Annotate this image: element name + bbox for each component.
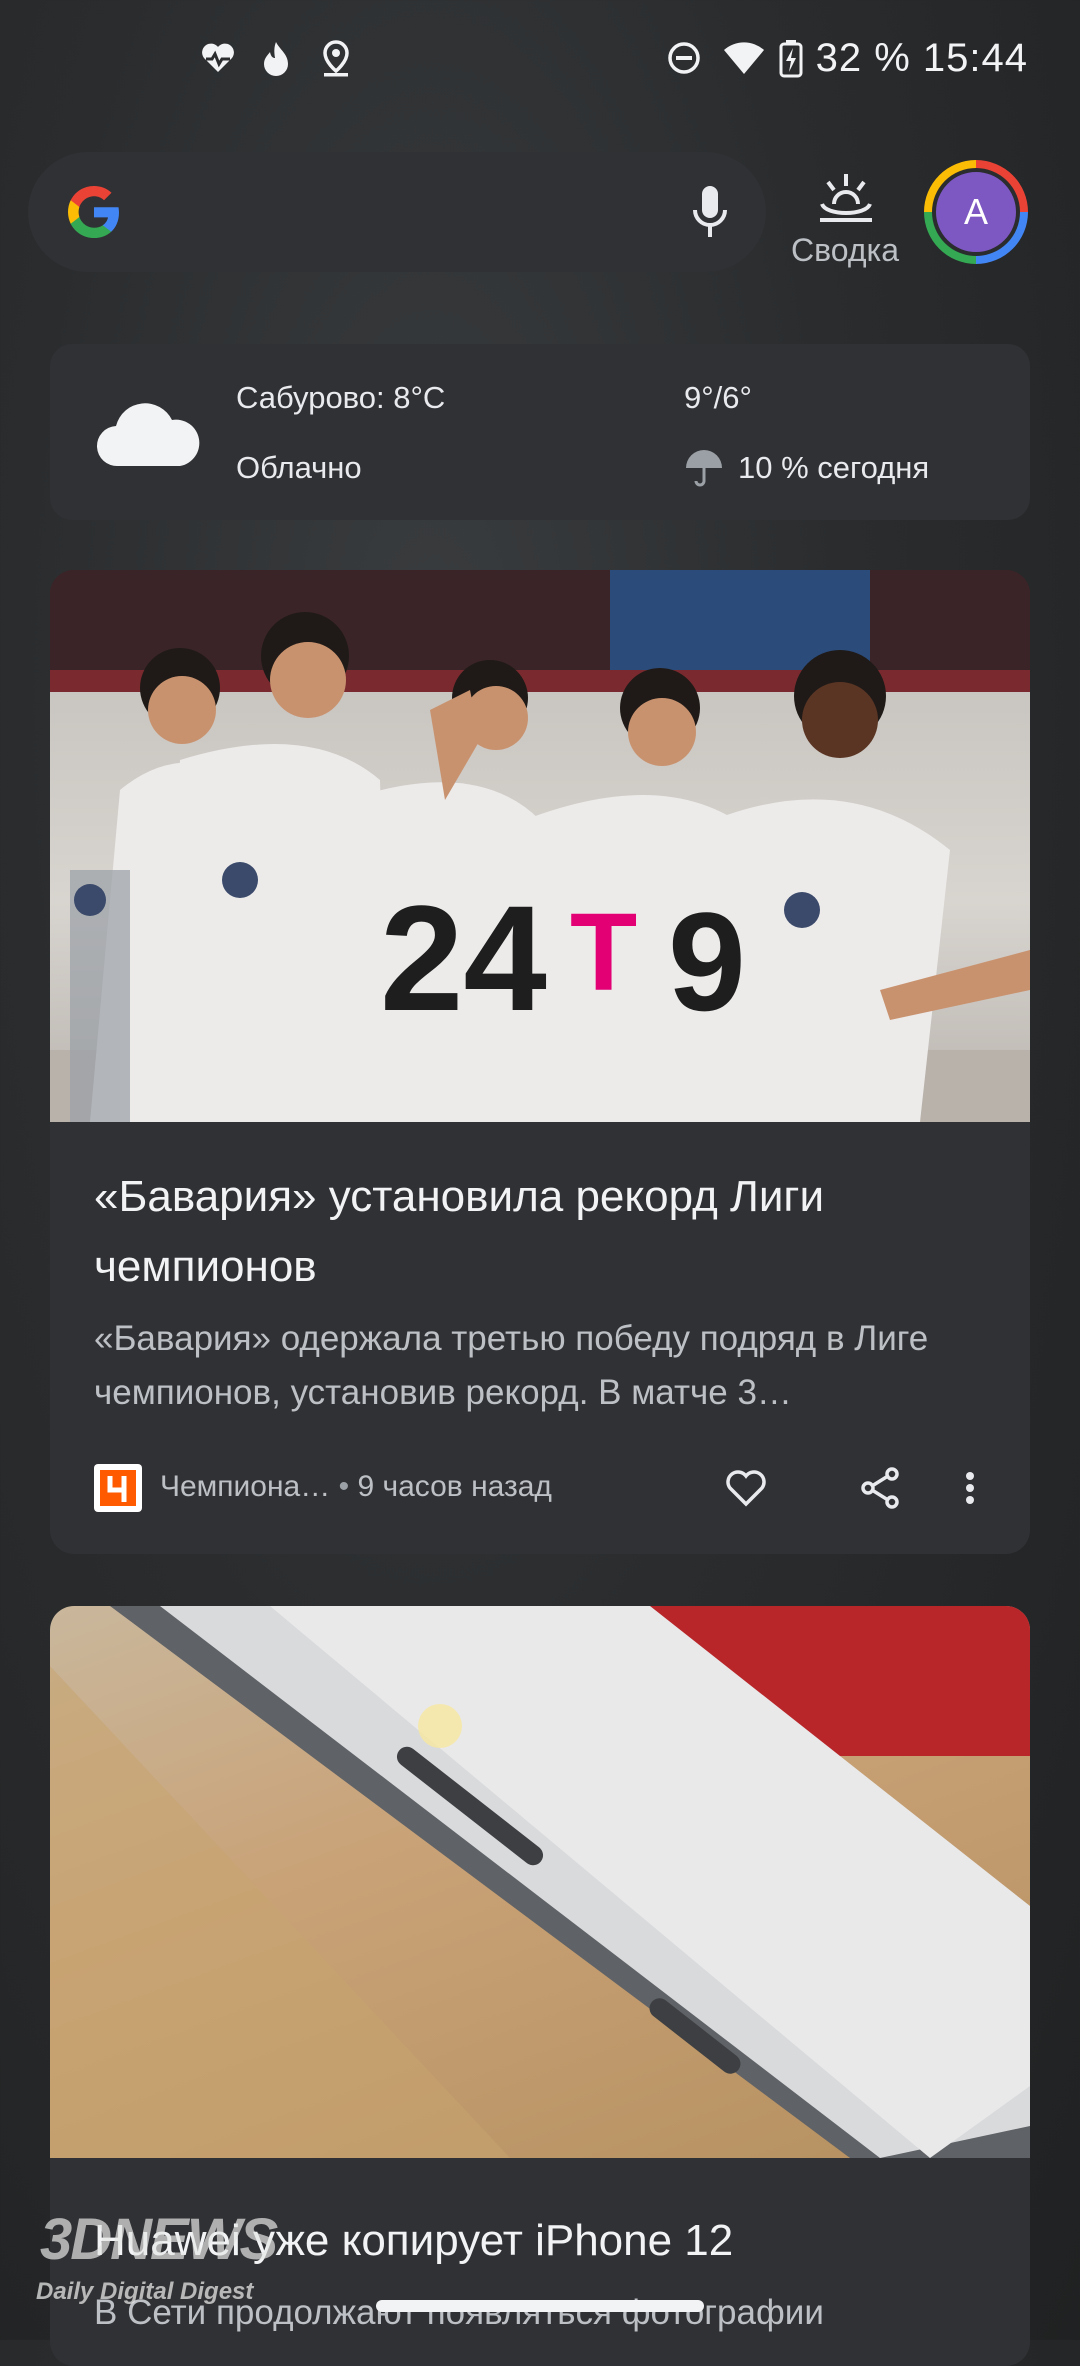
watermark-brand: 3DNEWS — [40, 2207, 278, 2272]
watermark-logo: 3DNEWS Daily Digital Digest — [30, 2196, 330, 2316]
svg-text:T: T — [570, 891, 637, 1014]
fire-icon — [264, 42, 288, 76]
source-logo — [94, 1464, 142, 1512]
news-photo-phone — [50, 1606, 1030, 2158]
sunrise-icon — [820, 174, 872, 222]
source-and-time: Чемпиона… • 9 часов назад — [160, 1470, 552, 1504]
feed-summary-button[interactable]: Сводка — [780, 160, 910, 270]
avatar-initial: A — [932, 168, 1020, 256]
heart-icon[interactable] — [722, 1464, 770, 1512]
dnd-icon — [668, 42, 700, 74]
umbrella-icon — [686, 450, 722, 487]
status-bar: 32 % 15:44 — [0, 0, 1080, 120]
svg-text:9: 9 — [668, 883, 746, 1040]
news-photo-football: 24 T 9 — [50, 570, 1030, 1122]
weather-card[interactable]: Сабурово: 8°C Облачно 9°/6° 10 % сегодня — [50, 344, 1030, 520]
championat-logo-icon — [100, 1470, 136, 1506]
feed-summary-label: Сводка — [790, 232, 899, 268]
svg-text:24: 24 — [380, 874, 547, 1042]
weather-location-temp: Сабурово: 8°C — [236, 380, 446, 415]
wifi-icon — [724, 42, 764, 74]
news-meta: Чемпиона… • 9 часов назад — [94, 1460, 994, 1516]
battery-charging-icon — [779, 40, 803, 78]
battery-time-text: 32 % 15:44 — [815, 36, 1028, 80]
cloud-icon — [96, 403, 200, 467]
news-description: «Бавария» одержала третью победу подряд … — [94, 1319, 929, 1412]
weather-precip: 10 % сегодня — [738, 450, 930, 485]
mic-icon[interactable] — [690, 182, 730, 242]
news-title[interactable]: «Бавария» установила рекорд Лиги чемпион… — [94, 1162, 994, 1302]
meta-separator: • — [338, 1470, 358, 1503]
location-icon — [323, 40, 349, 77]
news-card[interactable]: 24 T 9 «Бавария» установила рекорд Лиги … — [50, 570, 1030, 1554]
weather-high-low: 9°/6° — [684, 380, 752, 415]
weather-condition: Облачно — [236, 450, 362, 485]
heart-pulse-icon — [202, 43, 234, 72]
account-avatar[interactable]: A — [924, 160, 1028, 264]
more-options-icon[interactable] — [946, 1464, 994, 1512]
watermark-tagline: Daily Digital Digest — [36, 2278, 254, 2305]
search-bar[interactable] — [28, 152, 766, 272]
gesture-nav-handle[interactable] — [376, 2300, 704, 2312]
share-icon[interactable] — [856, 1464, 904, 1512]
source-name[interactable]: Чемпиона… — [160, 1470, 330, 1503]
publish-time: 9 часов назад — [357, 1470, 552, 1503]
google-g-icon — [68, 186, 119, 238]
